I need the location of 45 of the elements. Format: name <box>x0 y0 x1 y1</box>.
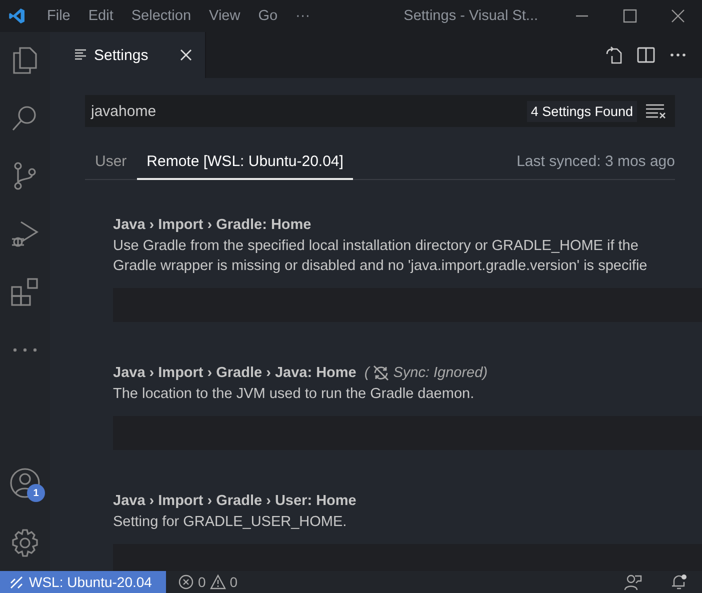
setting-description: Gradle wrapper is missing or disabled and no 'java.import.gradle.version' is specifie <box>113 257 648 276</box>
account-icon[interactable] <box>9 467 41 499</box>
feedback-icon[interactable] <box>624 573 642 591</box>
sync-status: Last synced: 3 mos ago <box>516 153 675 170</box>
scope-tab[interactable]: User <box>85 144 137 180</box>
maximize-icon <box>623 9 637 23</box>
split-editor-icon[interactable] <box>636 45 656 65</box>
close-icon[interactable] <box>179 48 193 62</box>
menu-item[interactable]: Selection <box>122 8 200 24</box>
setting-title: Java › Import › Gradle: Home <box>113 217 312 233</box>
menu-item[interactable]: Go <box>249 8 287 24</box>
setting-title: Java › Import › Gradle › User: Home <box>113 493 356 509</box>
warning-count: 0 <box>230 574 238 590</box>
notification-badge: 1 <box>27 484 45 502</box>
tab-label: Settings <box>94 46 148 64</box>
extensions-icon[interactable] <box>9 276 41 308</box>
open-file-icon[interactable] <box>604 45 624 65</box>
remote-icon <box>10 576 23 588</box>
menu-item[interactable]: View <box>200 8 250 24</box>
parenthesis-text: ( <box>364 365 370 381</box>
setting-description: Use Gradle from the specified local installation directory or GRADLE_HOME if the <box>113 237 638 256</box>
settings-icon[interactable] <box>9 527 41 559</box>
setting-description: Setting for GRADLE_USER_HOME. <box>113 513 347 532</box>
result-count: 4 Settings Found <box>526 100 637 122</box>
menu-item[interactable]: File <box>38 8 80 24</box>
bell-icon[interactable] <box>670 573 688 591</box>
menu-item[interactable]: Edit <box>79 8 122 24</box>
error-count: 0 <box>198 574 206 590</box>
editor-tab[interactable]: Settings <box>50 32 206 78</box>
lines-icon <box>74 48 88 62</box>
clear-filter-icon[interactable] <box>645 103 667 119</box>
search-field[interactable]: javahome 4 Settings Found <box>85 95 675 127</box>
remote-label: WSL: Ubuntu-20.04 <box>29 574 152 590</box>
error-icon[interactable] <box>178 574 194 590</box>
scope-tab[interactable]: Remote [WSL: Ubuntu-20.04] <box>136 144 354 180</box>
search-value: javahome <box>91 102 158 120</box>
setting-title: Java › Import › Gradle › Java: Home <box>113 365 356 381</box>
setting-description: The location to the JVM used to run the Gradle daemon. <box>113 385 474 404</box>
sync-note: Sync: Ignored) <box>393 365 488 381</box>
app-logo <box>8 7 26 25</box>
menu-item[interactable]: ··· <box>286 8 320 24</box>
warning-icon[interactable] <box>210 574 226 590</box>
close-icon <box>671 9 685 23</box>
window-title: Settings - Visual St... <box>404 8 538 24</box>
remote-indicator[interactable]: WSL: Ubuntu-20.04 <box>0 571 166 593</box>
